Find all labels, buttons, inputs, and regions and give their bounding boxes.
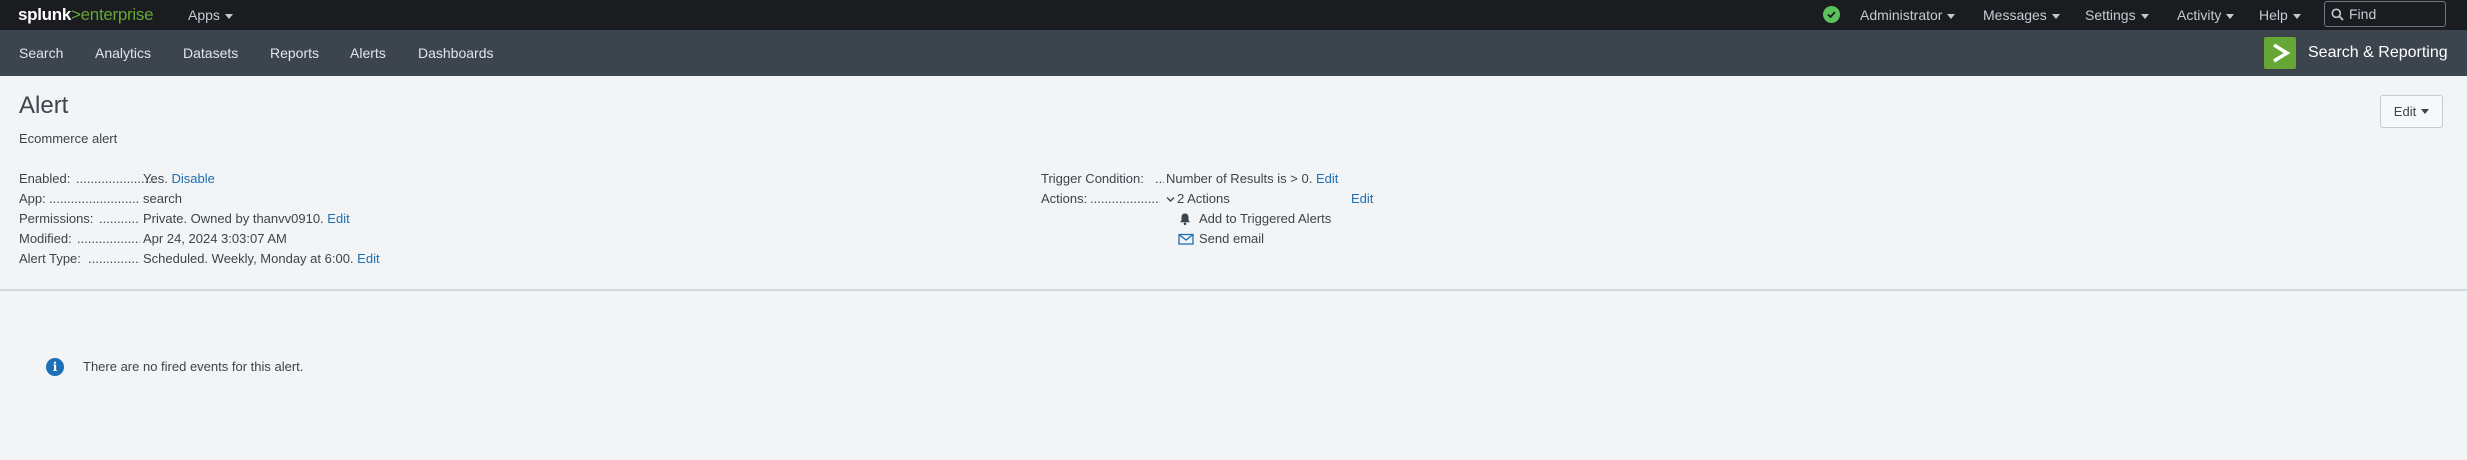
property-label: Actions: [1041,191,1088,206]
property-leader-dots: ................ [88,251,140,266]
permissions-edit-link[interactable]: Edit [327,211,349,226]
splunk-logo[interactable]: splunk>enterprise [18,3,154,27]
app-bar: Search Analytics Datasets Reports Alerts… [0,30,2467,76]
property-label: Permissions: [19,211,94,226]
page-title: Alert [19,92,69,119]
action-label: Send email [1199,231,1265,246]
help-menu-label: Help [2259,7,2288,23]
administrator-menu[interactable]: Administrator [1860,0,1956,30]
property-value: Scheduled. Weekly, Monday at 6:00. [143,251,354,266]
bell-icon [1180,213,1190,226]
logo-text-main: splunk [18,5,71,24]
property-value: Yes. [143,171,168,186]
property-app: App: .............................. sear… [19,190,519,208]
settings-menu[interactable]: Settings [2085,0,2149,30]
property-permissions: Permissions: ............. Private. Owne… [19,210,519,228]
find-input[interactable] [2349,6,2444,22]
search-icon [2331,8,2344,21]
activity-menu-label: Activity [2177,7,2222,23]
actions-count: 2 Actions [1177,191,1230,206]
alert-type-edit-link[interactable]: Edit [357,251,379,266]
property-actions: Actions: ....................... 2 Actio… [1041,190,1441,208]
divider [0,289,2467,291]
property-label: Modified: [19,231,72,246]
actions-toggle[interactable]: 2 Actions [1166,190,1230,208]
administrator-menu-label: Administrator [1860,7,1943,23]
chevron-right-icon [2273,43,2291,63]
property-label: App: [19,191,46,206]
no-events-message: There are no fired events for this alert… [83,359,304,374]
chevron-down-icon [2292,13,2301,19]
activity-menu[interactable]: Activity [2177,0,2235,30]
property-leader-dots: ... [1155,171,1164,186]
property-label: Trigger Condition: [1041,171,1144,186]
find-box[interactable] [2324,1,2446,27]
envelope-icon [1178,233,1194,245]
messages-menu[interactable]: Messages [1983,0,2060,30]
settings-menu-label: Settings [2085,7,2136,23]
chevron-down-icon [2226,13,2235,19]
messages-menu-label: Messages [1983,7,2047,23]
nav-reports[interactable]: Reports [270,30,319,76]
top-bar: splunk>enterprise Apps Administrator Mes… [0,0,2467,30]
actions-edit-link[interactable]: Edit [1351,190,1373,208]
property-value: Number of Results is > 0. [1166,171,1313,186]
page-description: Ecommerce alert [19,131,118,146]
action-label: Add to Triggered Alerts [1199,211,1332,226]
app-logo[interactable] [2264,37,2296,69]
property-label: Enabled: [19,171,71,186]
info-icon: i [46,358,64,376]
property-enabled: Enabled: .......................... Yes.… [19,170,519,188]
apps-menu[interactable]: Apps [188,0,233,30]
nav-datasets[interactable]: Datasets [183,30,238,76]
property-value: Apr 24, 2024 3:03:07 AM [143,231,287,246]
edit-button-label: Edit [2393,104,2417,119]
chevron-down-icon [2051,13,2060,19]
app-title[interactable]: Search & Reporting [2308,30,2448,76]
property-value: search [143,191,183,206]
chevron-down-icon [2140,13,2149,19]
property-modified: Modified: .................... Apr 24, 2… [19,230,519,248]
chevron-down-icon [1166,197,1175,203]
logo-separator: > [71,5,81,24]
trigger-edit-link[interactable]: Edit [1316,171,1338,186]
nav-dashboards[interactable]: Dashboards [418,30,494,76]
property-leader-dots: .................... [77,231,140,246]
edit-dropdown-button[interactable]: Edit [2380,95,2443,128]
nav-alerts[interactable]: Alerts [350,30,386,76]
help-menu[interactable]: Help [2259,0,2301,30]
chevron-down-icon [2421,109,2430,114]
logo-text-product: enterprise [80,5,154,24]
property-trigger-condition: Trigger Condition: ... Number of Results… [1041,170,1441,188]
property-value: Private. Owned by thanvv0910. [143,211,324,226]
property-label: Alert Type: [19,251,81,266]
property-alert-type: Alert Type: ................ Scheduled. … [19,250,519,268]
apps-menu-label: Apps [188,7,220,23]
chevron-down-icon [224,13,233,19]
nav-search[interactable]: Search [19,30,63,76]
nav-analytics[interactable]: Analytics [95,30,151,76]
property-leader-dots: .............................. [49,191,140,206]
disable-link[interactable]: Disable [171,171,214,186]
property-leader-dots: ............. [99,211,140,226]
property-leader-dots: ....................... [1090,191,1160,206]
check-circle-icon[interactable] [1823,6,1840,23]
chevron-down-icon [1947,13,1956,19]
